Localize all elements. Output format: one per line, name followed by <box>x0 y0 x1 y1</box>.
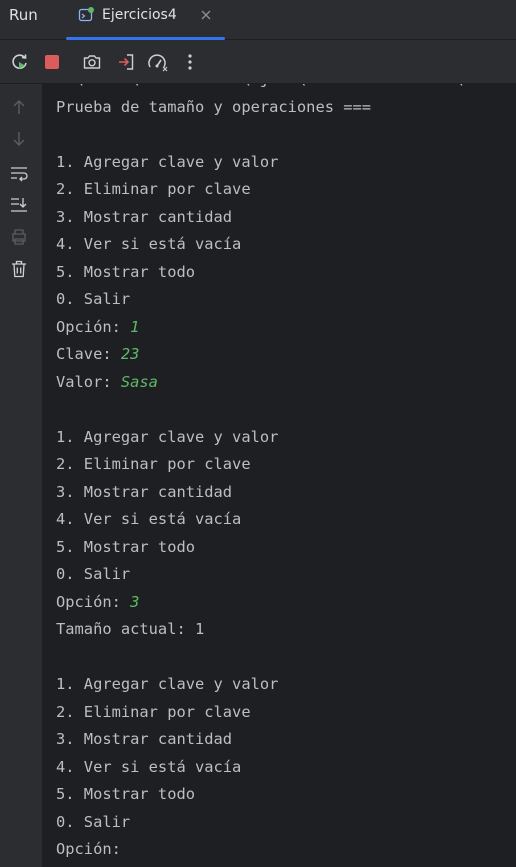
console-line-text: 0. Salir <box>56 565 131 583</box>
console-line: Opción: <box>56 836 473 864</box>
close-icon[interactable] <box>199 7 213 23</box>
java-app-icon <box>78 7 94 23</box>
stop-icon[interactable] <box>40 50 64 74</box>
console-line: Opción: 1 <box>56 314 473 342</box>
console-line-text: 4. Ver si está vacía <box>56 510 242 528</box>
arrow-down-icon[interactable] <box>8 128 30 150</box>
console-line-text: 4. Ver si está vacía <box>56 757 242 776</box>
user-input-value: 23 <box>120 345 140 363</box>
console-line: 2. Eliminar por clave <box>56 451 473 479</box>
more-icon[interactable] <box>178 50 202 74</box>
scroll-to-end-icon[interactable] <box>8 194 30 216</box>
gauge-icon[interactable] <box>146 50 170 74</box>
console-line: C:\Users\USER-256222\.jdks\corretto-17.0… <box>56 84 473 94</box>
console-line: 5. Mostrar todo <box>56 534 473 562</box>
camera-icon[interactable] <box>80 50 104 74</box>
console-line: 3. Mostrar cantidad <box>56 204 473 232</box>
console-line: 0. Salir <box>56 561 473 589</box>
console-line-text: Clave: <box>56 345 121 363</box>
console-line-text: Opción: <box>56 592 131 611</box>
console-line: Valor: Sasa <box>56 369 473 397</box>
soft-wrap-icon[interactable] <box>8 162 30 184</box>
console-line-text: 5. Mostrar todo <box>56 785 195 803</box>
console-line: 4. Ver si está vacía <box>56 506 473 534</box>
console-line-text: 1. Agregar clave y valor <box>56 427 279 446</box>
exit-icon[interactable] <box>114 50 138 74</box>
console-line-text: 1. Agregar clave y valor <box>56 152 279 171</box>
console-line: 2. Eliminar por clave <box>56 176 473 204</box>
console-line-text: 1. Agregar clave y valor <box>56 675 279 693</box>
tab-ejercicios4[interactable]: Ejercicios4 <box>66 0 225 40</box>
console-line: 0. Salir <box>56 286 473 314</box>
user-input-value: 1 <box>130 317 140 336</box>
console-line: 1. Agregar clave y valor <box>56 149 473 177</box>
console-lines: C:\Users\USER-256222\.jdks\corretto-17.0… <box>56 84 473 864</box>
console-line: Tamaño actual: 1 <box>56 616 473 644</box>
console-line: 4. Ver si está vacía <box>56 754 473 782</box>
console-line-text: 5. Mostrar todo <box>56 537 195 556</box>
console-line: 5. Mostrar todo <box>56 781 473 809</box>
console-line-text: 2. Eliminar por clave <box>56 180 251 198</box>
console-line-text: Tamaño actual: 1 <box>56 620 205 638</box>
arrow-up-icon[interactable] <box>8 96 30 118</box>
user-input-value: 3 <box>130 592 140 611</box>
print-icon[interactable] <box>8 226 30 248</box>
trash-icon[interactable] <box>8 258 30 280</box>
console-line-text: 0. Salir <box>56 290 131 308</box>
console-line-text: Opción: <box>56 317 131 336</box>
console-line-text: 0. Salir <box>56 812 131 831</box>
console-line-text: 3. Mostrar cantidad <box>56 207 233 226</box>
console-line-text: Opción: <box>56 840 121 858</box>
console-line: 0. Salir <box>56 809 473 837</box>
console-line: Prueba de tamaño y operaciones === <box>56 94 473 122</box>
console-line: 3. Mostrar cantidad <box>56 726 473 754</box>
console-line: 1. Agregar clave y valor <box>56 671 473 699</box>
console-line: 5. Mostrar todo <box>56 259 473 287</box>
console-line: 2. Eliminar por clave <box>56 699 473 727</box>
console-output[interactable]: C:\Users\USER-256222\.jdks\corretto-17.0… <box>42 84 516 867</box>
console-line-text: 3. Mostrar cantidad <box>56 482 233 501</box>
console-line: 1. Agregar clave y valor <box>56 424 473 452</box>
user-input-value: Sasa <box>120 372 158 391</box>
console-line-text: 2. Eliminar por clave <box>56 455 251 473</box>
console-line: 3. Mostrar cantidad <box>56 479 473 507</box>
console-line-text: 5. Mostrar todo <box>56 262 195 281</box>
run-tool-window-header: Run Ejercicios4 <box>0 0 516 40</box>
console-line: Opción: 3 <box>56 589 473 617</box>
console-line-text: Valor: <box>56 372 121 391</box>
console-line-text: 2. Eliminar por clave <box>56 702 251 721</box>
rerun-icon[interactable] <box>8 50 32 74</box>
console-line-text: Prueba de tamaño y operaciones === <box>56 97 372 116</box>
console-line: 4. Ver si está vacía <box>56 231 473 259</box>
tab-label: Ejercicios4 <box>102 7 177 23</box>
console-line: Clave: 23 <box>56 341 473 369</box>
console-line-text: C:\Users\USER-256222\.jdks\corretto-17.0… <box>56 84 473 88</box>
run-toolbar <box>0 40 516 84</box>
console-line-text: 4. Ver si está vacía <box>56 235 242 253</box>
console-line-text: 3. Mostrar cantidad <box>56 730 233 748</box>
panel-title: Run <box>9 6 38 24</box>
console-side-toolbar <box>0 84 42 867</box>
